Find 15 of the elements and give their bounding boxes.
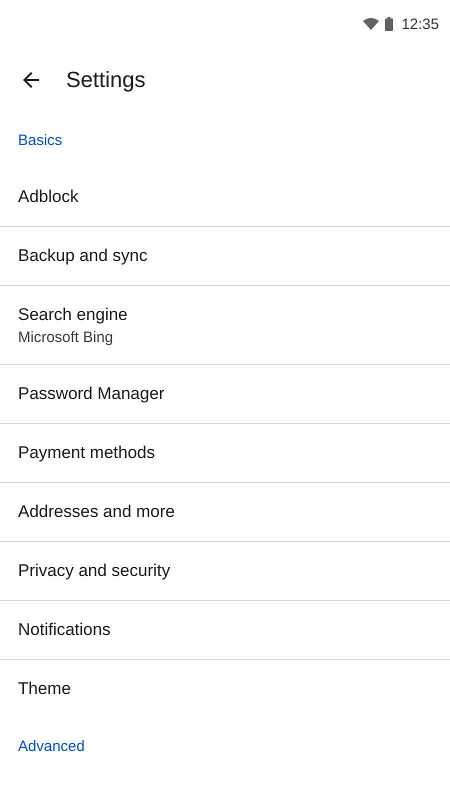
settings-item[interactable]: Theme: [0, 660, 450, 718]
settings-item[interactable]: Password Manager: [0, 365, 450, 424]
status-time: 12:35: [401, 16, 439, 32]
battery-icon: [385, 17, 394, 31]
settings-item[interactable]: Notifications: [0, 601, 450, 660]
settings-item[interactable]: Search engine Microsoft Bing: [0, 286, 450, 365]
settings-item[interactable]: Addresses and more: [0, 483, 450, 542]
section-header: Advanced: [17, 736, 86, 756]
settings-item[interactable]: Privacy and security: [0, 542, 450, 601]
page-title: Settings: [66, 67, 146, 93]
settings-item[interactable]: Adblock: [0, 168, 450, 227]
settings-item[interactable]: Backup and sync: [0, 227, 450, 286]
settings-item[interactable]: Payment methods: [0, 424, 450, 483]
wifi-icon: [363, 18, 380, 30]
section-header: Basics: [17, 130, 64, 150]
